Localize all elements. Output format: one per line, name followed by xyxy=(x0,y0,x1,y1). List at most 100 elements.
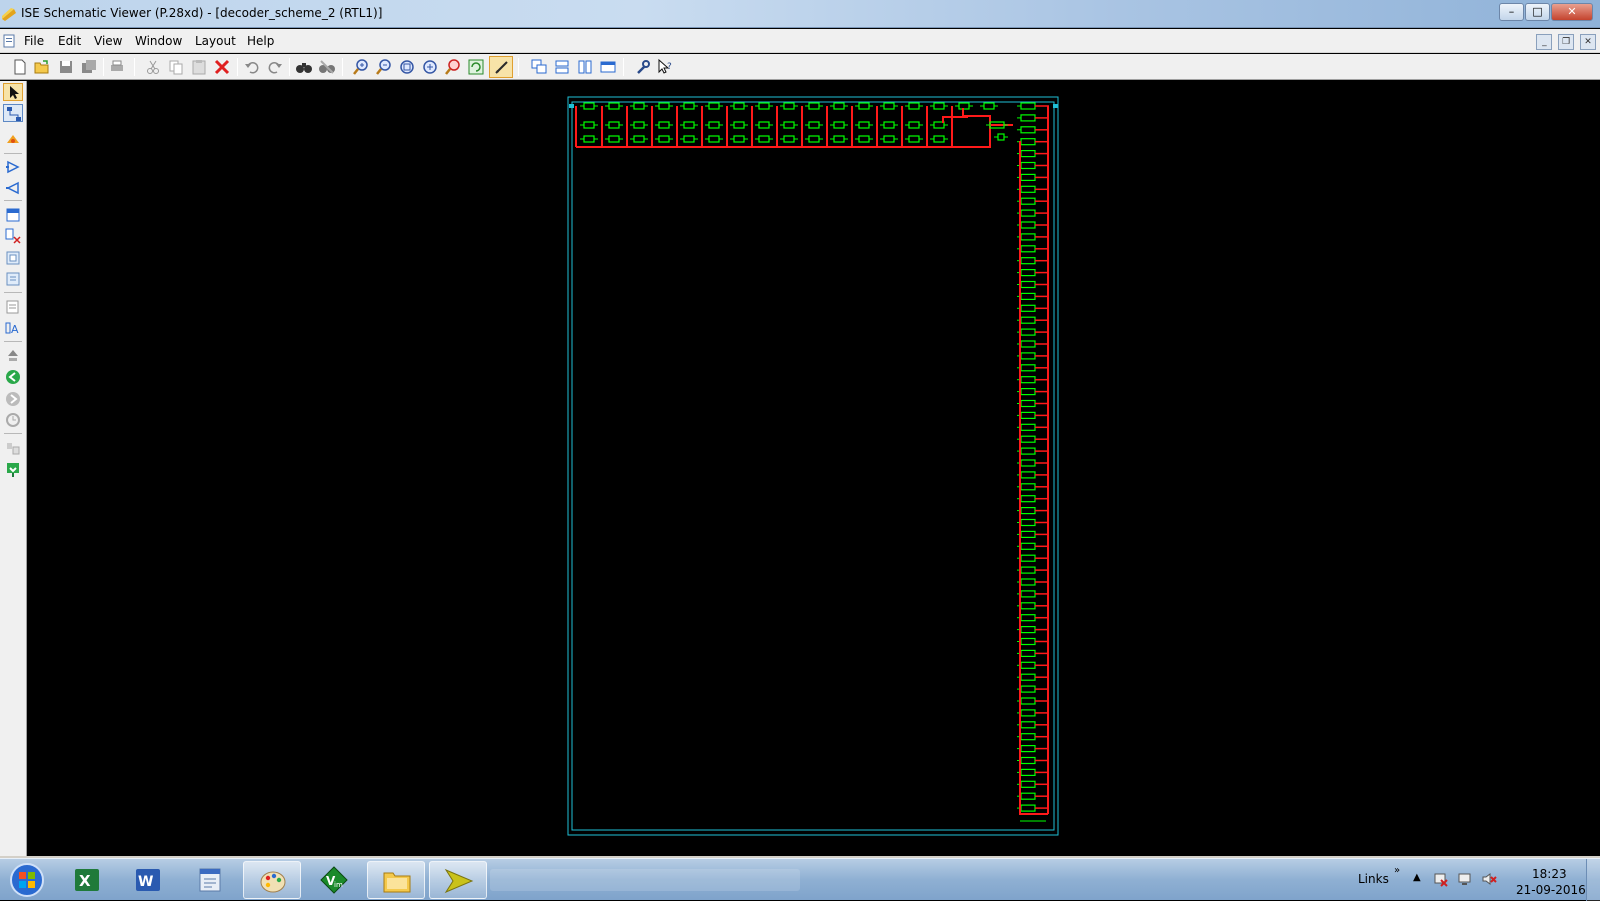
excel-icon: X xyxy=(75,869,99,891)
close-button[interactable]: ✕ xyxy=(1551,3,1593,21)
zoom-full-icon[interactable] xyxy=(398,58,416,76)
logic-gate xyxy=(1020,578,1036,586)
logic-gate xyxy=(683,102,695,110)
find-icon[interactable] xyxy=(295,58,313,76)
undo-icon[interactable] xyxy=(243,58,261,76)
remove-instance-icon[interactable] xyxy=(5,228,21,244)
logic-gate xyxy=(608,135,620,143)
minimize-button[interactable]: – xyxy=(1499,3,1524,21)
redo-icon[interactable] xyxy=(266,58,284,76)
menu-edit[interactable]: Edit xyxy=(58,34,81,48)
mdi-minimize-button[interactable]: _ xyxy=(1536,34,1553,50)
logic-gate xyxy=(1020,399,1036,408)
pan-button[interactable] xyxy=(489,56,513,78)
schematic-sheet[interactable] xyxy=(28,81,1600,856)
arrange-icon[interactable] xyxy=(599,58,617,76)
clock-date[interactable]: 21-09-2016 xyxy=(1516,883,1586,897)
logic-gate xyxy=(1020,709,1036,717)
taskbar-file-explorer[interactable] xyxy=(367,861,425,899)
taskbar-xilinx-ise[interactable] xyxy=(429,861,487,899)
save-all-icon[interactable] xyxy=(80,58,98,76)
new-icon[interactable] xyxy=(11,58,29,76)
menu-help[interactable]: Help xyxy=(247,34,274,48)
logic-gate xyxy=(1020,221,1036,229)
clock-time[interactable]: 18:23 xyxy=(1532,867,1567,881)
expand-icon[interactable] xyxy=(5,250,21,266)
text-icon[interactable]: A xyxy=(5,320,21,336)
show-instance-icon[interactable] xyxy=(5,207,21,223)
save-icon[interactable] xyxy=(57,58,75,76)
logic-gate xyxy=(758,102,770,110)
logic-gate xyxy=(1020,114,1036,122)
svg-text:im: im xyxy=(334,881,343,889)
forward-icon[interactable] xyxy=(5,391,21,407)
zoom-out-icon[interactable] xyxy=(375,58,393,76)
menu-file[interactable]: File xyxy=(24,34,44,48)
logic-gate xyxy=(583,121,595,129)
logic-gate xyxy=(908,135,920,143)
history-icon[interactable] xyxy=(5,412,21,428)
logic-gate xyxy=(1020,625,1036,634)
help-pointer-icon[interactable]: ? xyxy=(656,58,674,76)
maximize-button[interactable]: □ xyxy=(1525,3,1550,21)
cut-icon[interactable] xyxy=(144,58,162,76)
taskbar-excel[interactable]: X xyxy=(58,861,116,899)
menu-view[interactable]: View xyxy=(94,34,122,48)
tile-horizontal-icon[interactable] xyxy=(553,58,571,76)
zoom-selected-icon[interactable] xyxy=(444,58,462,76)
collapse-icon[interactable] xyxy=(5,271,21,287)
taskbar-empty-area xyxy=(490,869,800,891)
properties-icon[interactable] xyxy=(5,299,21,315)
delete-icon[interactable] xyxy=(213,58,231,76)
toolbar-separator xyxy=(4,341,22,342)
schematic-canvas[interactable] xyxy=(28,81,1600,856)
links-toolbar-label[interactable]: Links xyxy=(1358,872,1389,886)
open-icon[interactable] xyxy=(33,58,51,76)
menu-window[interactable]: Window xyxy=(135,34,182,48)
volume-muted-icon[interactable] xyxy=(1481,871,1497,887)
logic-gate xyxy=(933,135,945,143)
mdi-close-button[interactable]: ✕ xyxy=(1580,34,1596,50)
document-icon[interactable] xyxy=(2,34,16,48)
print-icon[interactable] xyxy=(108,58,126,76)
zoom-area-icon[interactable] xyxy=(421,58,439,76)
taskbar-address-book[interactable] xyxy=(181,861,239,899)
show-hidden-icons-icon[interactable]: ▲ xyxy=(1413,872,1421,883)
refresh-icon[interactable] xyxy=(467,58,485,76)
logic-gate xyxy=(1020,637,1036,646)
copy-icon[interactable] xyxy=(167,58,185,76)
up-icon[interactable] xyxy=(5,348,21,364)
mdi-restore-button[interactable]: ❐ xyxy=(1558,34,1575,50)
svg-text:?: ? xyxy=(667,62,672,72)
logic-gate xyxy=(1020,507,1036,515)
info-icon[interactable] xyxy=(5,440,21,456)
logic-gate xyxy=(733,121,745,129)
logic-gate xyxy=(908,102,920,110)
links-chevron[interactable]: » xyxy=(1394,865,1400,876)
cascade-icon[interactable] xyxy=(530,58,548,76)
highlight-icon[interactable] xyxy=(5,131,21,147)
hierarchy-tool-button[interactable] xyxy=(3,104,23,122)
action-center-icon[interactable] xyxy=(1433,871,1449,887)
menu-layout[interactable]: Layout xyxy=(195,34,236,48)
zoom-in-icon[interactable] xyxy=(352,58,370,76)
flag-icon[interactable] xyxy=(5,461,21,477)
taskbar-word[interactable]: W xyxy=(119,861,177,899)
push-into-icon[interactable] xyxy=(5,159,21,175)
logic-gate xyxy=(997,133,1005,141)
taskbar-paint[interactable] xyxy=(243,861,301,899)
pop-out-icon[interactable] xyxy=(5,180,21,196)
tile-vertical-icon[interactable] xyxy=(576,58,594,76)
logic-gate xyxy=(1020,685,1036,693)
network-icon[interactable] xyxy=(1457,871,1473,887)
show-desktop-button[interactable] xyxy=(1586,859,1600,901)
taskbar-vim[interactable]: Vim xyxy=(305,861,363,899)
paste-icon[interactable] xyxy=(190,58,208,76)
back-icon[interactable] xyxy=(5,369,21,385)
logic-gate xyxy=(1020,530,1036,538)
start-button-icon[interactable] xyxy=(6,861,48,899)
logic-gate xyxy=(1020,149,1036,158)
find-clear-icon[interactable] xyxy=(318,58,336,76)
select-tool-button[interactable] xyxy=(3,83,23,101)
settings-icon[interactable] xyxy=(634,58,652,76)
